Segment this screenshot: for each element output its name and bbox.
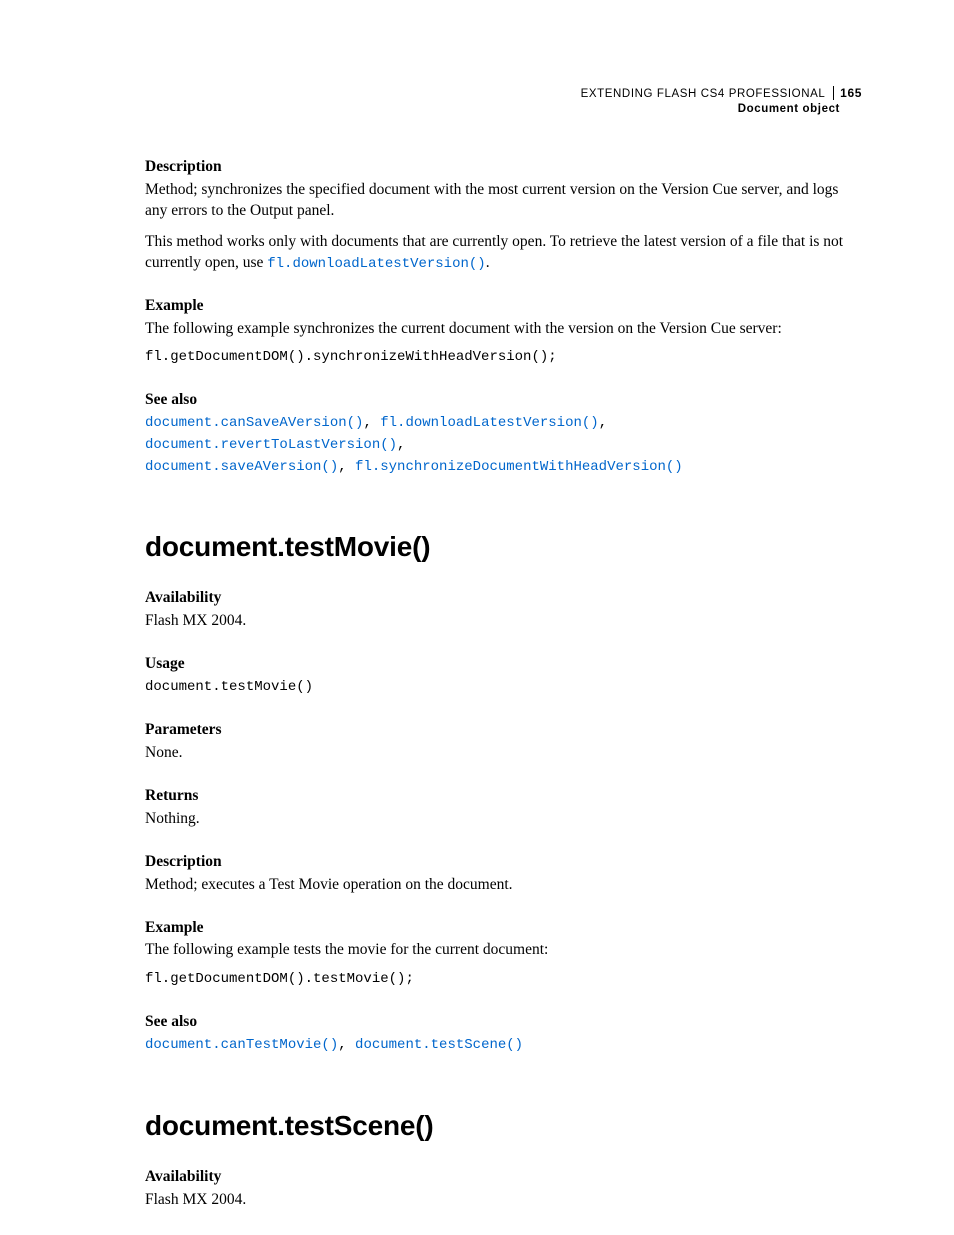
parameters-label: Parameters bbox=[145, 720, 862, 741]
example-label: Example bbox=[145, 918, 862, 939]
heading-test-scene: document.testScene() bbox=[145, 1107, 862, 1145]
separator: , bbox=[363, 415, 380, 431]
availability-text: Flash MX 2004. bbox=[145, 1190, 862, 1211]
page-content: Description Method; synchronizes the spe… bbox=[145, 157, 862, 1211]
usage-code: document.testMovie() bbox=[145, 677, 862, 698]
see-also-links: document.canTestMovie(), document.testSc… bbox=[145, 1035, 862, 1057]
separator: , bbox=[338, 1037, 355, 1053]
example-label: Example bbox=[145, 296, 862, 317]
link-save-a-version[interactable]: document.saveAVersion() bbox=[145, 459, 338, 475]
description-paragraph-2: This method works only with documents th… bbox=[145, 232, 862, 274]
description-paragraph: Method; synchronizes the specified docum… bbox=[145, 180, 862, 222]
example-paragraph: The following example synchronizes the c… bbox=[145, 319, 862, 340]
page: EXTENDING FLASH CS4 PROFESSIONAL 165 Doc… bbox=[0, 0, 954, 1235]
link-sync-with-head[interactable]: fl.synchronizeDocumentWithHeadVersion() bbox=[355, 459, 683, 475]
returns-text: Nothing. bbox=[145, 809, 862, 830]
availability-label: Availability bbox=[145, 1167, 862, 1188]
returns-label: Returns bbox=[145, 786, 862, 807]
link-can-test-movie[interactable]: document.canTestMovie() bbox=[145, 1037, 338, 1053]
description-label: Description bbox=[145, 157, 862, 178]
running-header: EXTENDING FLASH CS4 PROFESSIONAL 165 Doc… bbox=[581, 86, 862, 117]
link-revert-to-last[interactable]: document.revertToLastVersion() bbox=[145, 437, 397, 453]
usage-label: Usage bbox=[145, 654, 862, 675]
separator: , bbox=[599, 415, 607, 431]
heading-test-movie: document.testMovie() bbox=[145, 528, 862, 566]
code-block: fl.getDocumentDOM().testMovie(); bbox=[145, 969, 862, 990]
parameters-text: None. bbox=[145, 743, 862, 764]
text-fragment: . bbox=[486, 254, 490, 271]
code-block: fl.getDocumentDOM().synchronizeWithHeadV… bbox=[145, 347, 862, 368]
link-download-latest[interactable]: fl.downloadLatestVersion() bbox=[267, 256, 485, 272]
link-can-save-version[interactable]: document.canSaveAVersion() bbox=[145, 415, 363, 431]
description-label: Description bbox=[145, 852, 862, 873]
page-number: 165 bbox=[833, 86, 862, 100]
example-paragraph: The following example tests the movie fo… bbox=[145, 940, 862, 961]
header-line-1: EXTENDING FLASH CS4 PROFESSIONAL 165 bbox=[581, 86, 862, 101]
description-text: Method; executes a Test Movie operation … bbox=[145, 875, 862, 896]
separator: , bbox=[338, 459, 355, 475]
chapter-title: Document object bbox=[581, 102, 862, 116]
see-also-label: See also bbox=[145, 1012, 862, 1033]
separator: , bbox=[397, 437, 405, 453]
see-also-links: document.canSaveAVersion(), fl.downloadL… bbox=[145, 413, 862, 478]
text-fragment: This method works only with documents th… bbox=[145, 233, 843, 271]
availability-label: Availability bbox=[145, 588, 862, 609]
availability-text: Flash MX 2004. bbox=[145, 611, 862, 632]
link-download-latest-version[interactable]: fl.downloadLatestVersion() bbox=[380, 415, 598, 431]
see-also-label: See also bbox=[145, 390, 862, 411]
link-test-scene[interactable]: document.testScene() bbox=[355, 1037, 523, 1053]
book-title: EXTENDING FLASH CS4 PROFESSIONAL bbox=[581, 87, 826, 101]
